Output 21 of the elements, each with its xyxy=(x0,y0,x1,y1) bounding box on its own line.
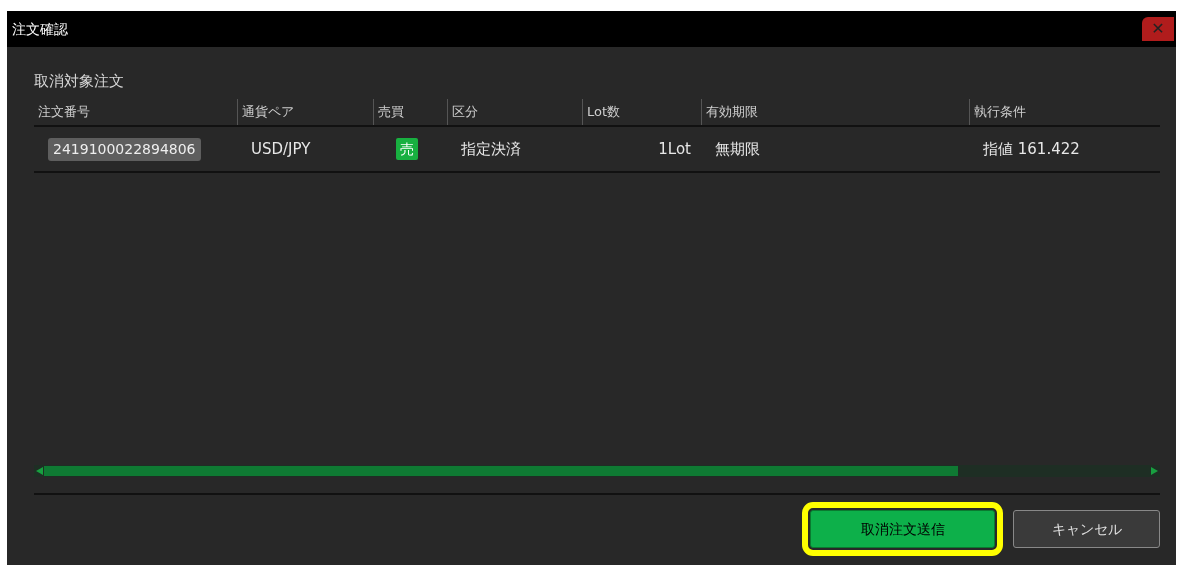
column-header[interactable]: Lot数 xyxy=(583,102,621,122)
column-header[interactable]: 有効期限 xyxy=(702,102,758,122)
column-header[interactable]: 注文番号 xyxy=(34,102,90,122)
table-cell-text: 指値 161.422 xyxy=(983,138,1080,160)
table-cell-text: 1Lot xyxy=(658,138,691,160)
column-header[interactable]: 通貨ペア xyxy=(238,102,294,122)
column-header[interactable]: 執行条件 xyxy=(970,102,1026,122)
scrollbar-thumb[interactable] xyxy=(44,466,958,476)
window-title: 注文確認 xyxy=(12,19,68,39)
table-cell-text: USD/JPY xyxy=(251,138,311,160)
section-title: 取消対象注文 xyxy=(34,71,124,91)
side-badge: 売 xyxy=(396,138,418,160)
cancel-button[interactable]: キャンセル xyxy=(1013,510,1160,548)
table-cell-text: 指定決済 xyxy=(461,138,521,160)
scroll-left-icon[interactable] xyxy=(34,466,44,476)
order-number: 2419100022894806 xyxy=(48,137,201,161)
column-header[interactable]: 区分 xyxy=(448,102,478,122)
horizontal-scrollbar[interactable] xyxy=(34,465,1160,477)
table-cell-text: 無期限 xyxy=(715,138,760,160)
scroll-right-icon[interactable] xyxy=(1150,466,1160,476)
column-header[interactable]: 売買 xyxy=(374,102,404,122)
